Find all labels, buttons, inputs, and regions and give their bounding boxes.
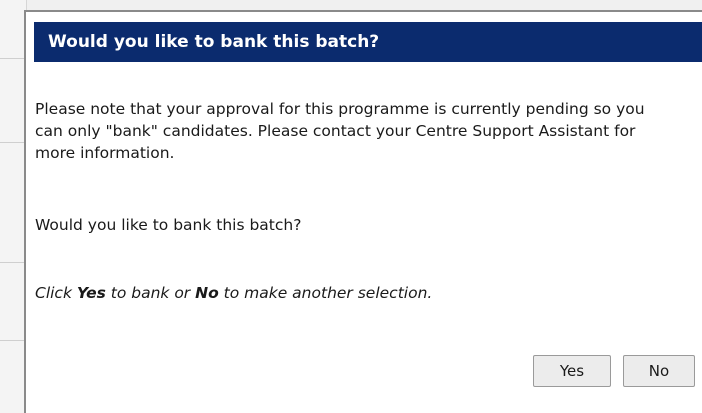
background-divider xyxy=(0,58,26,59)
hint-yes-word: Yes xyxy=(76,284,106,302)
dialog-title: Would you like to bank this batch? xyxy=(34,22,702,62)
background-divider xyxy=(0,262,26,263)
dialog-message: Please note that your approval for this … xyxy=(35,100,645,162)
bank-batch-dialog: Would you like to bank this batch? Pleas… xyxy=(24,10,702,413)
hint-prefix: Click xyxy=(35,284,77,302)
hint-middle: to bank or xyxy=(105,284,196,302)
hint-no-word: No xyxy=(195,284,219,302)
dialog-hint: Click Yes to bank or No to make another … xyxy=(35,282,675,304)
dialog-question: Would you like to bank this batch? xyxy=(35,216,302,234)
hint-suffix: to make another selection. xyxy=(218,284,433,302)
background-divider xyxy=(0,340,26,341)
background-divider xyxy=(0,142,26,143)
no-button[interactable]: No xyxy=(623,355,695,387)
yes-button[interactable]: Yes xyxy=(533,355,611,387)
background-left-edge xyxy=(0,0,27,413)
